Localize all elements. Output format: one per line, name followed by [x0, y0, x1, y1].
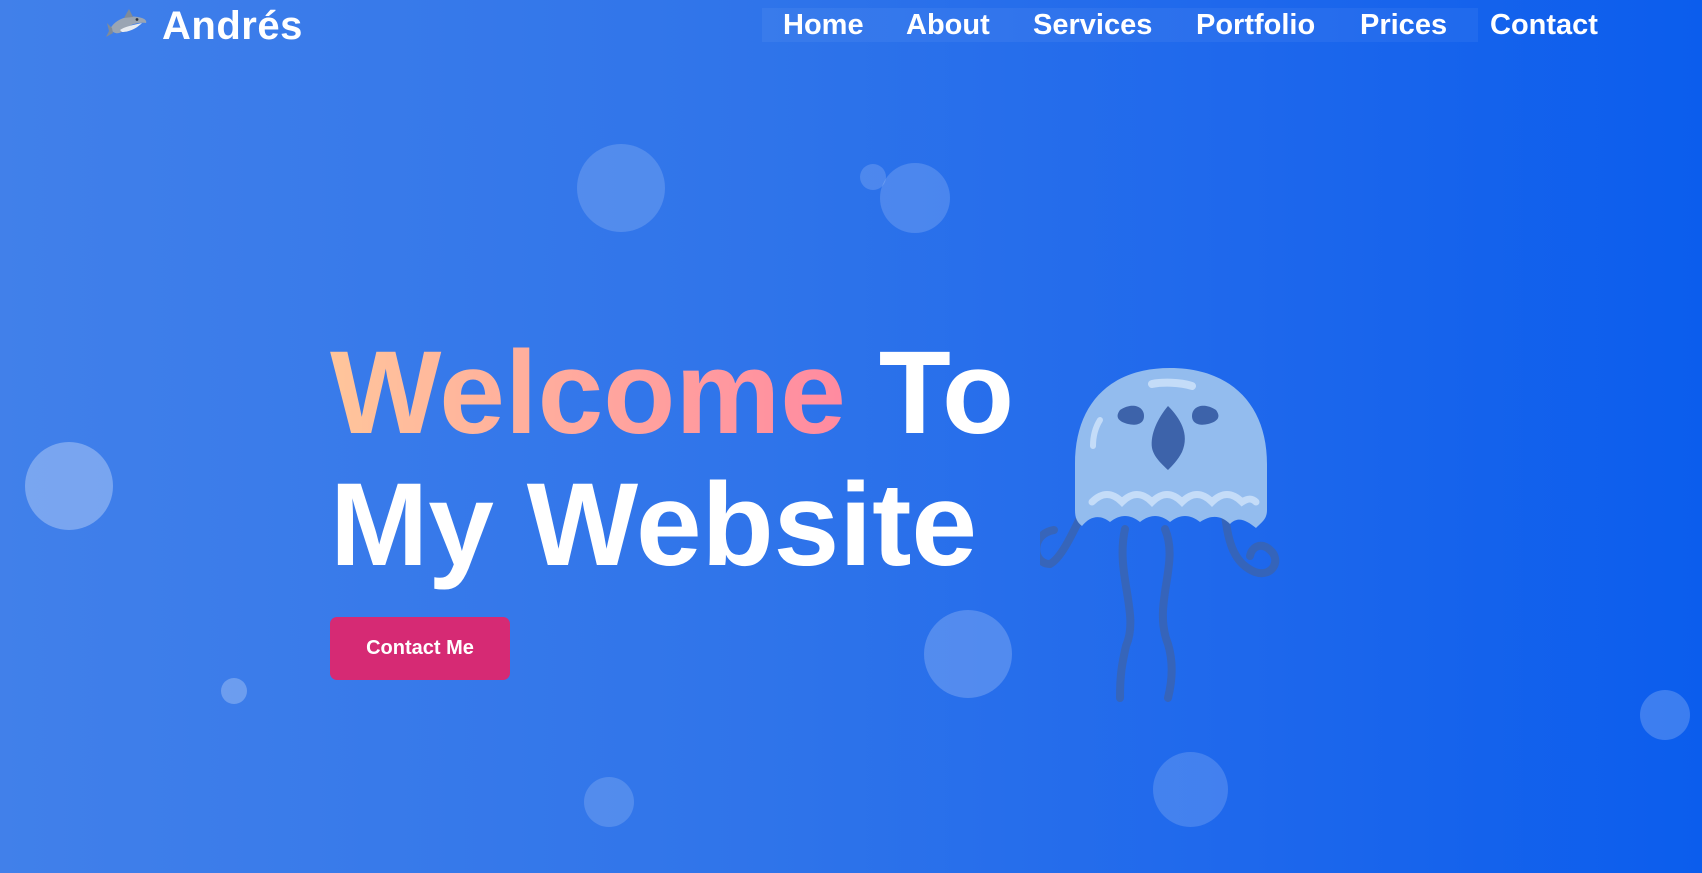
hero-title-line-2: My Website: [330, 459, 977, 591]
nav-services-link[interactable]: Services: [1033, 8, 1152, 42]
bubble: [584, 777, 634, 827]
nav-about-link[interactable]: About: [906, 8, 990, 42]
nav-prices-link[interactable]: Prices: [1360, 8, 1447, 42]
bubble: [1640, 690, 1690, 740]
bubble: [25, 442, 113, 530]
nav-home-link[interactable]: Home: [783, 8, 864, 42]
nav-portfolio-link[interactable]: Portfolio: [1196, 8, 1315, 42]
main-nav: Home About Services Portfolio Prices Con…: [762, 8, 1598, 42]
bubble: [860, 164, 886, 190]
hero-title-rest: To: [878, 327, 1015, 459]
bubble: [1153, 752, 1228, 827]
jellyfish-icon: [1040, 368, 1280, 702]
shark-icon: [106, 9, 147, 37]
bubble: [880, 163, 950, 233]
brand-logo[interactable]: Andrés: [106, 4, 303, 48]
contact-me-button[interactable]: Contact Me: [330, 617, 510, 680]
top-navbar: Andrés Home About Services Portfolio Pri…: [0, 0, 1702, 52]
bubble: [577, 144, 665, 232]
bubble: [924, 610, 1012, 698]
brand-name: Andrés: [162, 3, 303, 48]
nav-contact-link[interactable]: Contact: [1490, 8, 1598, 42]
bubble: [221, 678, 247, 704]
hero-title-line-1: Welcome To: [330, 334, 1014, 452]
hero-title-highlight: Welcome: [330, 327, 846, 459]
